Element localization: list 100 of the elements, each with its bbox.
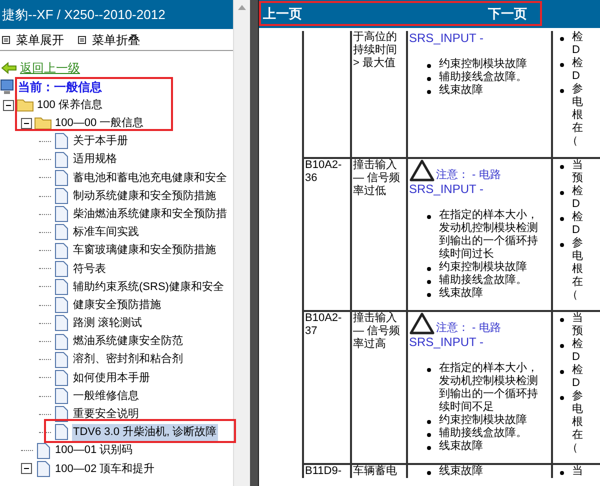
document-icon xyxy=(54,370,68,386)
tree-item[interactable]: 辅助约束系统(SRS)健康和安全 xyxy=(72,278,225,296)
bullet-icon xyxy=(427,215,431,219)
action-text: 检D xyxy=(572,211,584,237)
tree-item[interactable]: 关于本手册 xyxy=(72,133,129,150)
document-icon xyxy=(54,152,68,168)
description-cell-text: 撞击输入 — 信号频率过高 xyxy=(353,312,402,351)
cause-text: 约束控制模块故障 xyxy=(439,261,527,274)
action-text: 检D xyxy=(572,31,584,57)
cause-text: 线束故障 xyxy=(439,287,483,300)
signal-name: SRS_INPUT - xyxy=(409,31,484,46)
bullet-icon xyxy=(427,64,431,68)
folder-icon xyxy=(16,98,34,112)
cause-text: 约束控制模块故障 xyxy=(439,414,527,426)
bullet-icon xyxy=(427,471,431,475)
bullet-icon xyxy=(427,368,431,372)
tree-item[interactable]: 100 保养信息 xyxy=(36,96,104,114)
warning-triangle-icon xyxy=(409,312,435,335)
tree-item[interactable]: 路测 滚轮测试 xyxy=(72,315,144,332)
bullet-icon xyxy=(560,217,564,221)
tree-item[interactable]: 燃油系统健康安全防范 xyxy=(72,333,184,350)
document-icon xyxy=(54,388,68,404)
action-text: 当预 xyxy=(572,312,584,338)
collapse-icon[interactable] xyxy=(3,100,14,111)
scrollbar[interactable] xyxy=(233,0,250,486)
action-text: （ xyxy=(567,442,579,455)
bullet-icon xyxy=(560,396,564,400)
document-icon xyxy=(36,442,50,459)
code-cell-text: B11D9- xyxy=(305,465,342,478)
document-icon xyxy=(54,315,68,332)
bullet-icon xyxy=(560,471,564,475)
back-link[interactable]: 返回上一级 xyxy=(20,59,80,77)
signal-name: SRS_INPUT - xyxy=(409,335,484,350)
list-icon xyxy=(78,36,86,44)
bullet-icon xyxy=(427,267,431,271)
document-icon xyxy=(54,424,68,440)
tree-item[interactable]: 蓄电池和蓄电池充电健康和安全 xyxy=(72,170,228,186)
document-icon xyxy=(54,278,68,295)
tree-item[interactable]: 100—00 一般信息 xyxy=(54,115,145,132)
action-text: 检D xyxy=(572,338,584,364)
tree-item[interactable]: 重要安全说明 xyxy=(72,406,140,423)
tree-item[interactable]: 健康安全预防措施 xyxy=(72,296,162,314)
tree-item[interactable]: 制动系统健康和安全预防措施 xyxy=(72,188,217,204)
cause-text: 在指定的样本大小，发动机控制模块检测到输出的一个循环持续时间过长 xyxy=(439,209,539,260)
folder-icon xyxy=(34,116,52,130)
document-icon xyxy=(54,206,68,222)
tree-item[interactable]: 一般维修信息 xyxy=(72,388,140,404)
collapse-icon[interactable] xyxy=(21,463,32,474)
tree-item[interactable]: 如何使用本手册 xyxy=(72,370,151,386)
bullet-icon xyxy=(560,165,564,169)
caution-link[interactable]: 注意： - 电路 xyxy=(436,322,501,335)
warning-triangle-icon xyxy=(409,159,435,182)
menu-button[interactable]: 菜单折叠 xyxy=(78,30,140,48)
tree-item[interactable]: TDV6 3.0 升柴油机, 诊断故障 xyxy=(72,424,218,441)
tree-item[interactable]: 适用规格 xyxy=(72,151,118,168)
current-location: 当前：一般信息 xyxy=(18,79,102,96)
collapse-icon[interactable] xyxy=(21,118,32,129)
action-text: 参电根在 xyxy=(572,83,584,135)
previous-page-link[interactable]: 上一页 xyxy=(263,4,302,24)
action-text: 检D xyxy=(572,57,584,83)
action-text: （ xyxy=(567,289,579,302)
cause-text: 辅助接线盒故障。 xyxy=(439,427,527,440)
code-cell-text: B10A2-37 xyxy=(305,312,343,338)
bullet-icon xyxy=(427,446,431,450)
description-cell-text: 撞击输入 — 信号频率过低 xyxy=(353,159,402,198)
document-icon xyxy=(54,334,68,350)
menu-button[interactable]: 菜单展开 xyxy=(2,30,64,48)
cause-text: 线束故障 xyxy=(439,440,483,453)
tree-item[interactable]: 车窗玻璃健康和安全预防措施 xyxy=(72,242,217,259)
back-arrow-icon xyxy=(1,62,17,74)
bullet-icon xyxy=(560,370,564,374)
cause-text: 在指定的样本大小，发动机控制模块检测到输出的一个循环持续时间不足 xyxy=(439,362,539,414)
bullet-icon xyxy=(560,191,564,195)
caution-link[interactable]: 注意： - 电路 xyxy=(436,169,501,182)
bullet-icon xyxy=(560,344,564,348)
tree-item[interactable]: 100—01 识别码 xyxy=(54,442,134,459)
action-text: 当预 xyxy=(572,159,584,185)
cause-text: 辅助接线盒故障。 xyxy=(439,71,527,84)
document-icon xyxy=(54,133,68,150)
document-icon xyxy=(54,170,68,186)
tree-item[interactable]: 溶剂、密封剂和粘合剂 xyxy=(72,351,184,368)
action-text: 检D xyxy=(572,364,584,390)
document-icon xyxy=(54,297,68,314)
tree-item[interactable]: 符号表 xyxy=(72,260,107,278)
tree-item[interactable]: 100—02 顶车和提升 xyxy=(54,460,156,478)
tree-item[interactable]: 标准车间实践 xyxy=(72,224,140,241)
bullet-icon xyxy=(427,293,431,297)
document-icon xyxy=(54,260,68,277)
document-icon xyxy=(36,460,50,477)
document-icon xyxy=(54,242,68,259)
cause-text: 约束控制模块故障 xyxy=(439,58,527,70)
next-page-link[interactable]: 下一页 xyxy=(488,4,527,24)
bullet-icon xyxy=(560,63,564,67)
action-text: 当 xyxy=(572,465,584,478)
tree-item[interactable]: 柴油燃油系统健康和安全预防措 xyxy=(72,206,228,222)
action-text: （ xyxy=(567,135,579,148)
cause-text: 线束故障 xyxy=(439,84,483,97)
bullet-icon xyxy=(560,37,564,41)
signal-name: SRS_INPUT - xyxy=(409,182,484,197)
document-icon xyxy=(54,352,68,368)
